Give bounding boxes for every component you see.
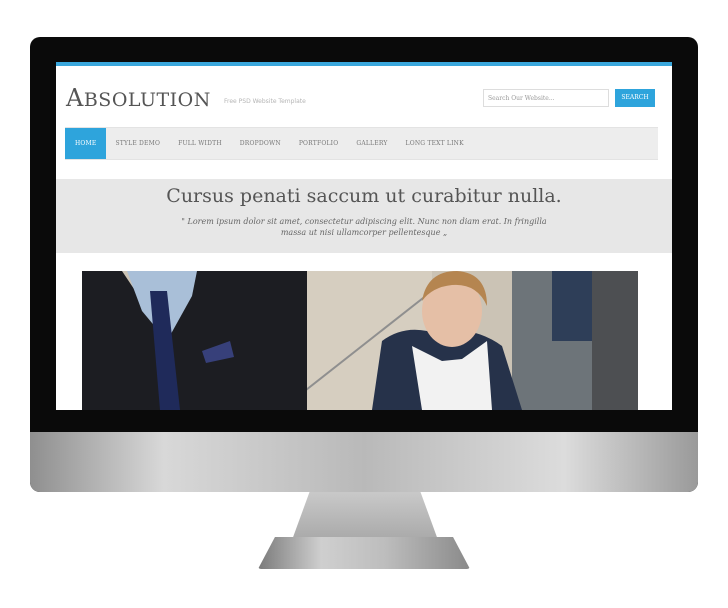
search-input[interactable]: Search Our Website... [483, 89, 609, 107]
nav-item-long-text-link[interactable]: LONG TEXT LINK [397, 128, 473, 159]
website-screen: ABSOLUTION Free PSD Website Template Sea… [56, 62, 672, 410]
monitor-stand [292, 492, 438, 540]
logo-initial: A [66, 84, 84, 112]
headline-banner: Cursus penati saccum ut curabitur nulla.… [56, 179, 672, 253]
monitor-stand-base [258, 537, 470, 569]
nav-item-full-width[interactable]: FULL WIDTH [169, 128, 231, 159]
nav-item-dropdown[interactable]: DROPDOWN [231, 128, 290, 159]
hero-image [82, 271, 638, 410]
site-logo[interactable]: ABSOLUTION [66, 84, 211, 112]
main-navigation: HOME STYLE DEMO FULL WIDTH DROPDOWN PORT… [65, 127, 658, 160]
banner-quote: " Lorem ipsum dolor sit amet, consectetu… [181, 217, 547, 237]
top-accent-bar [56, 62, 672, 66]
banner-headline: Cursus penati saccum ut curabitur nulla. [166, 185, 562, 207]
business-people-photo [82, 271, 638, 410]
site-tagline: Free PSD Website Template [224, 98, 306, 105]
logo-rest: BSOLUTION [83, 89, 211, 111]
search-button[interactable]: SEARCH [615, 89, 655, 107]
nav-item-home[interactable]: HOME [65, 128, 107, 159]
nav-item-gallery[interactable]: GALLERY [347, 128, 396, 159]
nav-item-style-demo[interactable]: STYLE DEMO [106, 128, 169, 159]
monitor-chin [30, 432, 698, 492]
nav-item-portfolio[interactable]: PORTFOLIO [290, 128, 348, 159]
